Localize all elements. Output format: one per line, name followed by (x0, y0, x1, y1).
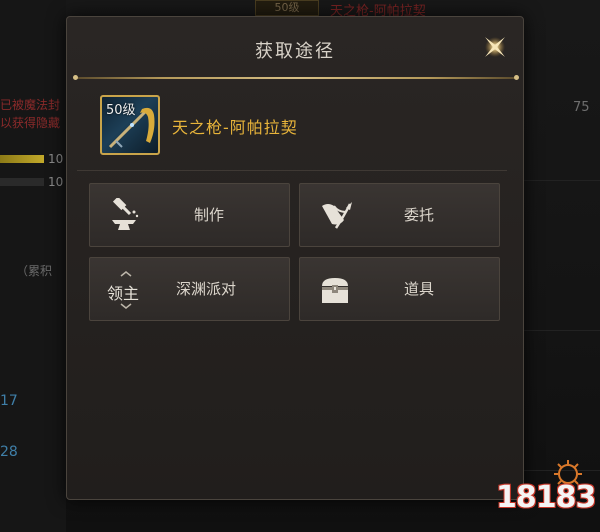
abyss-party-button[interactable]: 领主 深渊派对 (89, 257, 290, 321)
item-name: 天之枪-阿帕拉契 (172, 118, 298, 137)
background-divider (524, 180, 600, 181)
title-divider (73, 75, 519, 80)
craft-button-label: 制作 (194, 206, 225, 224)
divider-dot (73, 75, 78, 80)
divider-dot (514, 75, 519, 80)
acquisition-dialog: 获取途径 50级 天之枪-阿帕拉契 制作 委托 领主 深渊派对 道具 (66, 16, 524, 500)
background-text: 以获得隐藏 (0, 116, 61, 130)
abyss-party-button-label: 深渊派对 (176, 280, 237, 298)
scroll-quill-icon (316, 198, 354, 234)
background-bar (0, 155, 44, 163)
treasure-chest-icon (316, 272, 354, 308)
item-row: 50级 天之枪-阿帕拉契 (100, 95, 500, 157)
background-text: （累积 (16, 264, 53, 278)
background-number: 10 (48, 175, 64, 189)
watermark-text: 18183 (496, 480, 596, 515)
commission-button[interactable]: 委托 (299, 183, 500, 247)
background-number: 10 (48, 152, 64, 166)
lord-icon-text: 领主 (107, 284, 140, 303)
background-number: 28 (0, 444, 18, 460)
item-level-badge: 50级 (106, 103, 136, 118)
section-separator (77, 170, 507, 171)
lord-boss-icon: 领主 (104, 270, 148, 310)
background-bar (0, 178, 44, 186)
background-number: 17 (0, 393, 18, 409)
commission-button-label: 委托 (404, 206, 435, 224)
dialog-title: 获取途径 (255, 41, 335, 62)
background-text: 已被魔法封 (0, 98, 61, 112)
item-source-button-label: 道具 (404, 280, 435, 298)
close-sparkle-icon (485, 37, 505, 57)
background-level-badge: 50级 (255, 0, 319, 16)
item-source-button[interactable]: 道具 (299, 257, 500, 321)
close-button[interactable] (479, 31, 511, 63)
anvil-hammer-icon (106, 196, 144, 234)
background-number: 75 (573, 100, 590, 115)
background-divider (524, 330, 600, 331)
site-watermark: 18183 (490, 460, 596, 526)
spear-item-icon[interactable]: 50级 (100, 95, 160, 155)
craft-button[interactable]: 制作 (89, 183, 290, 247)
